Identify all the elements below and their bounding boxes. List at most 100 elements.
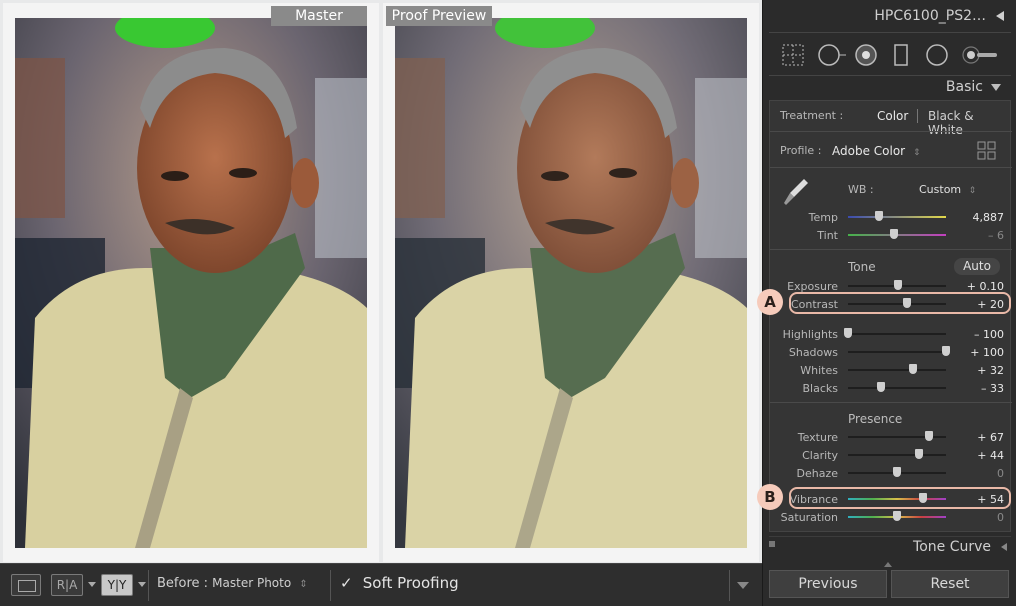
wb-select[interactable]: Custom ⇕	[919, 183, 976, 196]
profile-browser-grid-icon[interactable]	[977, 141, 997, 161]
shadows-slider-track[interactable]	[848, 346, 950, 356]
highlights-slider-thumb[interactable]	[844, 328, 852, 338]
profile-label: Profile :	[780, 144, 822, 157]
whites-value[interactable]: + 32	[977, 364, 1004, 377]
collapse-panel-icon[interactable]	[996, 11, 1004, 21]
shadows-value[interactable]: + 100	[970, 346, 1004, 359]
auto-tone-button[interactable]: Auto	[954, 258, 1000, 275]
texture-value[interactable]: + 67	[977, 431, 1004, 444]
exposure-slider-track[interactable]	[848, 280, 946, 290]
treatment-bw-option[interactable]: Black & White	[928, 109, 1012, 137]
clarity-slider-thumb[interactable]	[914, 449, 923, 459]
whites-slider-thumb[interactable]	[908, 364, 917, 374]
treatment-color-option[interactable]: Color	[877, 109, 908, 123]
tone-curve-panel-header[interactable]: Tone Curve	[769, 536, 1011, 556]
highlights-value[interactable]: – 100	[974, 328, 1004, 341]
basic-panel-header[interactable]: Basic	[769, 78, 1011, 98]
before-after-split-button[interactable]: Y|Y	[101, 574, 133, 596]
develop-right-panel: HPC6100_PS2… Basic Treatment: Color Bla…	[757, 0, 1016, 606]
highlights-label: Highlights	[782, 328, 838, 341]
whites-label: Whites	[800, 364, 838, 377]
before-after-left-right-button[interactable]: R|A	[51, 574, 83, 596]
tool-strip	[769, 32, 1011, 76]
red-eye-icon[interactable]	[854, 43, 878, 67]
blacks-label: Blacks	[802, 382, 839, 395]
histogram-filename: HPC6100_PS2…	[874, 8, 986, 24]
adjustment-brush-icon[interactable]	[961, 43, 1001, 67]
radial-filter-icon[interactable]	[925, 43, 949, 67]
expand-triangle-icon	[991, 84, 1001, 91]
crop-overlay-icon[interactable]	[781, 43, 805, 67]
profile-select[interactable]: Adobe Color ⇕	[832, 144, 920, 158]
updown-chevron-icon: ⇕	[912, 148, 921, 158]
clarity-slider-track[interactable]	[848, 449, 946, 459]
before-label: Before :	[157, 576, 209, 591]
updown-chevron-icon: ⇕	[299, 579, 308, 590]
wb-label: WB :	[848, 183, 874, 196]
blacks-value[interactable]: – 33	[981, 382, 1004, 395]
saturation-slider-track[interactable]	[848, 511, 946, 521]
temp-value[interactable]: 4,887	[973, 211, 1005, 224]
callout-b: B	[757, 484, 783, 510]
highlights-slider-track[interactable]	[844, 328, 946, 338]
basic-panel-title: Basic	[945, 79, 983, 95]
toolbar-menu-chevron-icon[interactable]	[737, 582, 749, 589]
soft-proofing-toggle[interactable]: ✓ Soft Proofing	[340, 574, 459, 592]
texture-label: Texture	[797, 431, 838, 444]
split-mode-dropdown-icon[interactable]	[138, 582, 146, 587]
blacks-slider-thumb[interactable]	[877, 382, 886, 392]
shadows-label: Shadows	[788, 346, 838, 359]
saturation-value[interactable]: 0	[997, 511, 1004, 524]
master-pane[interactable]: Master	[3, 3, 379, 562]
exposure-slider-thumb[interactable]	[893, 280, 902, 290]
proof-preview-label: Proof Preview	[386, 6, 492, 26]
temp-slider-thumb[interactable]	[875, 211, 884, 221]
texture-slider-thumb[interactable]	[925, 431, 934, 441]
before-after-mode-dropdown-icon[interactable]	[88, 582, 96, 587]
whites-slider-track[interactable]	[848, 364, 946, 374]
compare-view: Master Proof Preview	[0, 0, 762, 563]
presence-section-title: Presence	[848, 412, 903, 426]
soft-proofing-label: Soft Proofing	[362, 574, 459, 592]
profile-value: Adobe Color	[832, 144, 906, 158]
previous-button[interactable]: Previous	[769, 570, 887, 598]
wb-value: Custom	[919, 183, 962, 196]
before-value: Master Photo	[212, 576, 292, 590]
lightroom-develop-window: Master Proof Preview R|A Y|Y Before: Ma…	[0, 0, 1016, 606]
blacks-slider-track[interactable]	[848, 382, 946, 392]
saturation-label: Saturation	[780, 511, 838, 524]
tint-slider-thumb[interactable]	[890, 229, 899, 239]
tint-value[interactable]: – 6	[988, 229, 1004, 242]
dehaze-slider-track[interactable]	[848, 467, 946, 477]
separator	[770, 131, 1012, 132]
clarity-value[interactable]: + 44	[977, 449, 1004, 462]
spot-removal-icon[interactable]	[817, 43, 847, 67]
temp-slider-track[interactable]	[848, 211, 946, 221]
shadows-slider-thumb[interactable]	[942, 346, 950, 356]
dehaze-value[interactable]: 0	[997, 467, 1004, 480]
before-state-select[interactable]: Before : Master Photo ⇕	[157, 576, 308, 591]
tint-label: Tint	[817, 229, 838, 242]
panel-switch-icon[interactable]	[769, 541, 775, 547]
treatment-divider	[917, 109, 918, 123]
toolbar-divider	[148, 570, 149, 601]
loupe-view-button[interactable]	[11, 574, 41, 596]
callout-a: A	[757, 289, 783, 315]
contrast-highlight-box	[789, 292, 1011, 314]
texture-slider-track[interactable]	[848, 431, 946, 441]
separator	[770, 249, 1012, 250]
master-photo	[15, 18, 367, 548]
dehaze-label: Dehaze	[796, 467, 839, 480]
proof-preview-photo	[395, 18, 747, 548]
graduated-filter-icon[interactable]	[893, 43, 909, 67]
proof-preview-pane[interactable]: Proof Preview	[383, 3, 759, 562]
saturation-slider-thumb[interactable]	[893, 511, 901, 521]
dehaze-slider-thumb[interactable]	[893, 467, 901, 477]
separator	[770, 402, 1012, 403]
tint-slider-track[interactable]	[848, 229, 946, 239]
updown-chevron-icon: ⇕	[968, 186, 977, 196]
checkmark-icon: ✓	[340, 574, 353, 592]
reset-button[interactable]: Reset	[891, 570, 1009, 598]
treatment-label: Treatment :	[780, 109, 844, 122]
white-balance-eyedropper-icon[interactable]	[780, 175, 812, 207]
